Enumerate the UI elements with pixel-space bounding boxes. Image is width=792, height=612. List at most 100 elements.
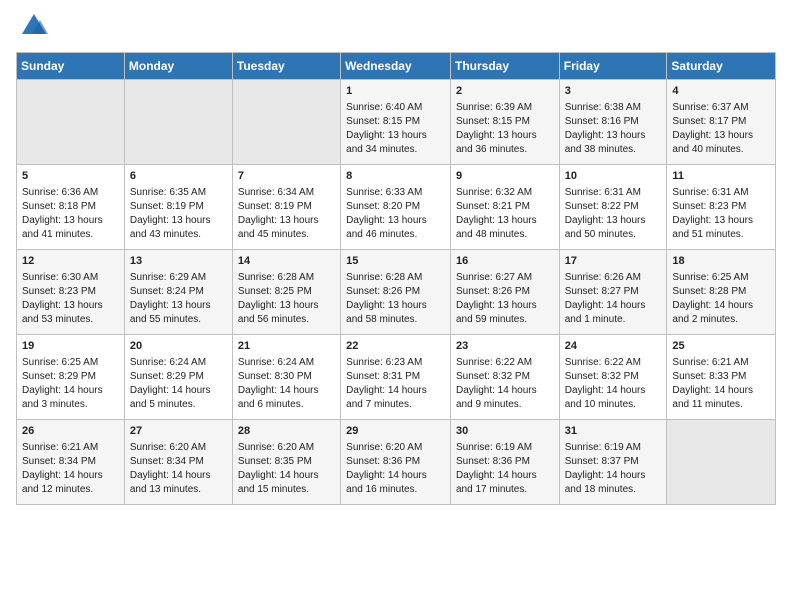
calendar-cell: 27Sunrise: 6:20 AMSunset: 8:34 PMDayligh…	[124, 420, 232, 505]
day-info: Sunrise: 6:19 AM	[565, 441, 662, 455]
logo-icon	[20, 12, 48, 40]
day-number: 6	[130, 169, 227, 184]
day-info: Daylight: 14 hours and 9 minutes.	[456, 384, 554, 412]
day-info: Sunset: 8:33 PM	[672, 370, 770, 384]
day-info: Sunset: 8:20 PM	[346, 200, 445, 214]
calendar-week-row: 19Sunrise: 6:25 AMSunset: 8:29 PMDayligh…	[17, 335, 776, 420]
day-number: 7	[238, 169, 335, 184]
day-info: Sunrise: 6:20 AM	[130, 441, 227, 455]
day-info: Sunset: 8:32 PM	[456, 370, 554, 384]
day-info: Sunset: 8:34 PM	[22, 455, 119, 469]
calendar-cell: 26Sunrise: 6:21 AMSunset: 8:34 PMDayligh…	[17, 420, 125, 505]
day-number: 29	[346, 424, 445, 439]
day-info: Daylight: 14 hours and 12 minutes.	[22, 469, 119, 497]
calendar-cell: 31Sunrise: 6:19 AMSunset: 8:37 PMDayligh…	[559, 420, 667, 505]
day-info: Daylight: 14 hours and 18 minutes.	[565, 469, 662, 497]
day-info: Sunset: 8:29 PM	[130, 370, 227, 384]
day-info: Daylight: 13 hours and 59 minutes.	[456, 299, 554, 327]
day-info: Daylight: 13 hours and 46 minutes.	[346, 214, 445, 242]
day-info: Sunrise: 6:23 AM	[346, 356, 445, 370]
day-info: Sunset: 8:24 PM	[130, 285, 227, 299]
calendar-cell: 4Sunrise: 6:37 AMSunset: 8:17 PMDaylight…	[667, 80, 776, 165]
day-info: Sunrise: 6:22 AM	[565, 356, 662, 370]
day-number: 22	[346, 339, 445, 354]
day-info: Sunrise: 6:21 AM	[22, 441, 119, 455]
day-number: 10	[565, 169, 662, 184]
calendar-cell: 6Sunrise: 6:35 AMSunset: 8:19 PMDaylight…	[124, 165, 232, 250]
calendar-cell: 24Sunrise: 6:22 AMSunset: 8:32 PMDayligh…	[559, 335, 667, 420]
day-number: 27	[130, 424, 227, 439]
calendar-cell: 30Sunrise: 6:19 AMSunset: 8:36 PMDayligh…	[450, 420, 559, 505]
day-number: 28	[238, 424, 335, 439]
calendar-cell	[124, 80, 232, 165]
day-info: Sunset: 8:21 PM	[456, 200, 554, 214]
day-info: Sunrise: 6:40 AM	[346, 101, 445, 115]
day-number: 5	[22, 169, 119, 184]
calendar-cell: 14Sunrise: 6:28 AMSunset: 8:25 PMDayligh…	[232, 250, 340, 335]
day-info: Sunrise: 6:19 AM	[456, 441, 554, 455]
day-info: Sunset: 8:19 PM	[238, 200, 335, 214]
day-info: Sunrise: 6:26 AM	[565, 271, 662, 285]
day-number: 24	[565, 339, 662, 354]
day-number: 2	[456, 84, 554, 99]
day-info: Sunrise: 6:35 AM	[130, 186, 227, 200]
calendar-cell: 23Sunrise: 6:22 AMSunset: 8:32 PMDayligh…	[450, 335, 559, 420]
day-number: 13	[130, 254, 227, 269]
calendar-cell	[232, 80, 340, 165]
day-info: Daylight: 14 hours and 6 minutes.	[238, 384, 335, 412]
day-info: Sunset: 8:22 PM	[565, 200, 662, 214]
day-info: Daylight: 13 hours and 51 minutes.	[672, 214, 770, 242]
column-header-saturday: Saturday	[667, 53, 776, 80]
day-info: Sunset: 8:16 PM	[565, 115, 662, 129]
day-info: Sunrise: 6:30 AM	[22, 271, 119, 285]
calendar-cell: 18Sunrise: 6:25 AMSunset: 8:28 PMDayligh…	[667, 250, 776, 335]
day-info: Sunset: 8:18 PM	[22, 200, 119, 214]
day-number: 8	[346, 169, 445, 184]
day-info: Daylight: 13 hours and 56 minutes.	[238, 299, 335, 327]
day-info: Daylight: 13 hours and 43 minutes.	[130, 214, 227, 242]
calendar-cell: 13 Sunrise: 6:29 AMSunset: 8:24 PMDayligh…	[124, 250, 232, 335]
day-number: 19	[22, 339, 119, 354]
day-info: Sunset: 8:31 PM	[346, 370, 445, 384]
calendar-cell: 5Sunrise: 6:36 AMSunset: 8:18 PMDaylight…	[17, 165, 125, 250]
day-number: 30	[456, 424, 554, 439]
day-info: Sunrise: 6:25 AM	[22, 356, 119, 370]
day-info: Daylight: 14 hours and 5 minutes.	[130, 384, 227, 412]
day-info: Daylight: 14 hours and 1 minute.	[565, 299, 662, 327]
day-info: Sunrise: 6:37 AM	[672, 101, 770, 115]
day-number: 31	[565, 424, 662, 439]
day-info: Sunrise: 6:29 AM	[130, 271, 227, 285]
day-info: Sunrise: 6:31 AM	[565, 186, 662, 200]
day-info: Daylight: 14 hours and 17 minutes.	[456, 469, 554, 497]
day-info: Sunset: 8:23 PM	[22, 285, 119, 299]
day-info: Sunrise: 6:21 AM	[672, 356, 770, 370]
day-info: Daylight: 13 hours and 36 minutes.	[456, 129, 554, 157]
calendar-week-row: 5Sunrise: 6:36 AMSunset: 8:18 PMDaylight…	[17, 165, 776, 250]
calendar-week-row: 12 Sunrise: 6:30 AMSunset: 8:23 PM Dayligh…	[17, 250, 776, 335]
calendar-cell: 19 Sunrise: 6:25 AMSunset: 8:29 PMDayligh…	[17, 335, 125, 420]
calendar-cell: 25Sunrise: 6:21 AMSunset: 8:33 PMDayligh…	[667, 335, 776, 420]
day-info: Sunset: 8:28 PM	[672, 285, 770, 299]
day-info: Sunrise: 6:39 AM	[456, 101, 554, 115]
day-info: Sunrise: 6:33 AM	[346, 186, 445, 200]
day-number: 12	[22, 254, 119, 269]
day-info: Sunset: 8:17 PM	[672, 115, 770, 129]
day-info: Daylight: 14 hours and 15 minutes.	[238, 469, 335, 497]
day-info: Sunset: 8:23 PM	[672, 200, 770, 214]
day-info: Sunrise: 6:28 AM	[238, 271, 335, 285]
calendar-header-row: SundayMondayTuesdayWednesdayThursdayFrid…	[17, 53, 776, 80]
day-info: Daylight: 14 hours and 3 minutes.	[22, 384, 119, 412]
day-info: Daylight: 14 hours and 7 minutes.	[346, 384, 445, 412]
day-info: Sunrise: 6:31 AM	[672, 186, 770, 200]
calendar-cell: 11Sunrise: 6:31 AMSunset: 8:23 PMDayligh…	[667, 165, 776, 250]
logo	[16, 16, 48, 40]
calendar-cell: 21Sunrise: 6:24 AMSunset: 8:30 PMDayligh…	[232, 335, 340, 420]
calendar-cell: 15Sunrise: 6:28 AMSunset: 8:26 PMDayligh…	[341, 250, 451, 335]
day-info: Sunrise: 6:24 AM	[238, 356, 335, 370]
column-header-monday: Monday	[124, 53, 232, 80]
day-info: Daylight: 14 hours and 13 minutes.	[130, 469, 227, 497]
day-info: Daylight: 13 hours and 55 minutes.	[130, 299, 227, 327]
day-info: Sunrise: 6:22 AM	[456, 356, 554, 370]
day-info: Sunrise: 6:28 AM	[346, 271, 445, 285]
day-info: Sunset: 8:29 PM	[22, 370, 119, 384]
